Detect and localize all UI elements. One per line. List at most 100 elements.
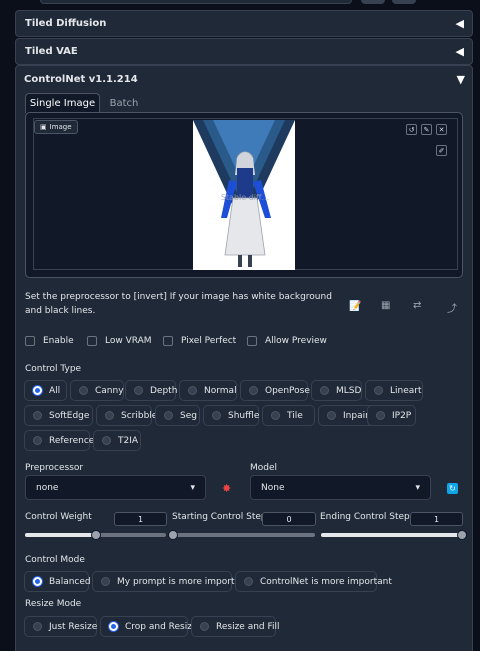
accordion-label: Tiled Diffusion (25, 18, 107, 29)
slider-handle[interactable] (90, 530, 101, 540)
control-type-label: Control Type (25, 364, 82, 374)
slider-fill (321, 533, 462, 537)
resize-mode-label: Resize Mode (25, 599, 82, 609)
slider-handle[interactable] (457, 530, 467, 540)
collapse-triangle-icon: ◀ (455, 45, 464, 58)
control-type-softedge[interactable]: SoftEdge (24, 405, 93, 426)
control-type-tile[interactable]: Tile (262, 405, 315, 426)
resize-mode-just-resize[interactable]: Just Resize (24, 616, 97, 637)
control-mode-prompt[interactable]: My prompt is more important (92, 571, 249, 592)
control-type-normal[interactable]: Normal (179, 380, 237, 401)
control-type-t2ia[interactable]: T2IA (93, 430, 141, 451)
collapse-triangle-icon: ◀ (455, 17, 464, 30)
rotate-icon[interactable]: ↺ (406, 124, 417, 135)
preprocessor-hint: Set the preprocessor to [invert] If your… (25, 292, 332, 316)
radio-dot (105, 411, 114, 420)
radio-dot (212, 411, 221, 420)
control-type-all[interactable]: All (24, 380, 67, 401)
image-icon: ▣ (40, 123, 47, 131)
run-preprocessor-icon[interactable]: ✸ (222, 482, 231, 495)
ending-step-slider[interactable] (321, 530, 467, 540)
control-type-openpose[interactable]: OpenPose (240, 380, 310, 401)
checkbox-box[interactable] (25, 336, 35, 346)
edit-icon[interactable]: ✎ (421, 124, 432, 135)
checkbox-box[interactable] (163, 336, 173, 346)
radio-dot (33, 622, 42, 631)
swap-icon[interactable]: ⇄ (413, 300, 421, 311)
control-mode-balanced[interactable]: Balanced (24, 571, 91, 592)
starting-step-label: Starting Control Step (172, 512, 267, 522)
brush-icon[interactable]: ✐ (436, 145, 447, 156)
tab-single-image[interactable]: Single Image (25, 93, 100, 113)
radio-dot (33, 411, 42, 420)
radio-dot (188, 386, 197, 395)
starting-step-input[interactable]: 0 (262, 512, 316, 526)
radio-dot (244, 577, 253, 586)
checkbox-box[interactable] (247, 336, 257, 346)
radio-dot (79, 386, 88, 395)
control-type-lineart[interactable]: Lineart (365, 380, 423, 401)
ending-step-input[interactable]: 1 (410, 512, 463, 526)
chevron-down-icon: ▾ (415, 482, 420, 493)
radio-dot (164, 411, 173, 420)
control-weight-slider[interactable] (25, 530, 166, 540)
accordion-label: Tiled VAE (25, 46, 78, 57)
image-watermark-text: Stable diff... (221, 193, 269, 202)
radio-dot (374, 386, 383, 395)
control-type-ip2p[interactable]: IP2P (367, 405, 416, 426)
slider-fill (25, 533, 96, 537)
starting-step-slider[interactable] (168, 530, 315, 540)
resize-mode-resize-and-fill[interactable]: Resize and Fill (191, 616, 280, 637)
radio-dot (33, 386, 42, 395)
top-input-strip (40, 0, 352, 4)
accordion-label: ControlNet v1.1.214 (24, 74, 138, 85)
tab-batch[interactable]: Batch (104, 93, 144, 113)
checkbox-pixel-perfect[interactable]: Pixel Perfect (163, 336, 236, 346)
control-type-depth[interactable]: Depth (125, 380, 177, 401)
send-dimensions-icon[interactable]: ⤴ (447, 300, 457, 315)
radio-dot (376, 411, 385, 420)
ending-step-label: Ending Control Step (320, 512, 410, 522)
control-type-reference[interactable]: Reference (24, 430, 94, 451)
radio-dot (134, 386, 143, 395)
expand-triangle-icon: ▼ (456, 73, 465, 86)
preprocessor-label: Preprocessor (25, 463, 84, 473)
control-weight-input[interactable]: 1 (114, 512, 167, 526)
new-canvas-icon[interactable]: 📝 (349, 301, 361, 312)
chevron-down-icon: ▾ (190, 482, 195, 493)
slider-handle[interactable] (168, 530, 178, 540)
accordion-tiled-vae[interactable]: Tiled VAE ◀ (15, 38, 473, 65)
model-label: Model (250, 463, 278, 473)
checkbox-low-vram[interactable]: Low VRAM (87, 336, 152, 346)
radio-dot (320, 386, 329, 395)
radio-dot (33, 577, 42, 586)
refresh-models-icon[interactable]: ↻ (447, 483, 458, 494)
uploaded-image: Stable diff... (193, 120, 295, 270)
resize-mode-crop-and-resize[interactable]: Crop and Resize (100, 616, 198, 637)
control-type-shuffle[interactable]: Shuffle (203, 405, 259, 426)
accordion-tiled-diffusion[interactable]: Tiled Diffusion ◀ (15, 10, 473, 37)
control-mode-label: Control Mode (25, 555, 85, 565)
radio-dot (102, 436, 111, 445)
top-button-2[interactable] (392, 0, 416, 4)
checkbox-enable[interactable]: Enable (25, 336, 74, 346)
webcam-icon[interactable]: ▦ (381, 300, 390, 311)
control-type-canny[interactable]: Canny (70, 380, 124, 401)
control-mode-controlnet[interactable]: ControlNet is more important (235, 571, 392, 592)
checkbox-allow-preview[interactable]: Allow Preview (247, 336, 327, 346)
close-icon[interactable]: ✕ (436, 124, 447, 135)
radio-dot (200, 622, 209, 631)
control-type-scribble[interactable]: Scribble (96, 405, 157, 426)
control-type-mlsd[interactable]: MLSD (311, 380, 362, 401)
radio-dot (109, 622, 118, 631)
radio-dot (327, 411, 336, 420)
radio-dot (271, 411, 280, 420)
model-select[interactable]: None ▾ (250, 475, 431, 500)
preprocessor-select[interactable]: none ▾ (25, 475, 206, 500)
image-label: ▣ Image (34, 120, 78, 134)
control-type-seg[interactable]: Seg (155, 405, 200, 426)
checkbox-box[interactable] (87, 336, 97, 346)
accordion-controlnet[interactable]: ControlNet v1.1.214 ▼ (15, 66, 473, 93)
top-button-1[interactable] (361, 0, 385, 4)
control-weight-label: Control Weight (25, 512, 92, 522)
